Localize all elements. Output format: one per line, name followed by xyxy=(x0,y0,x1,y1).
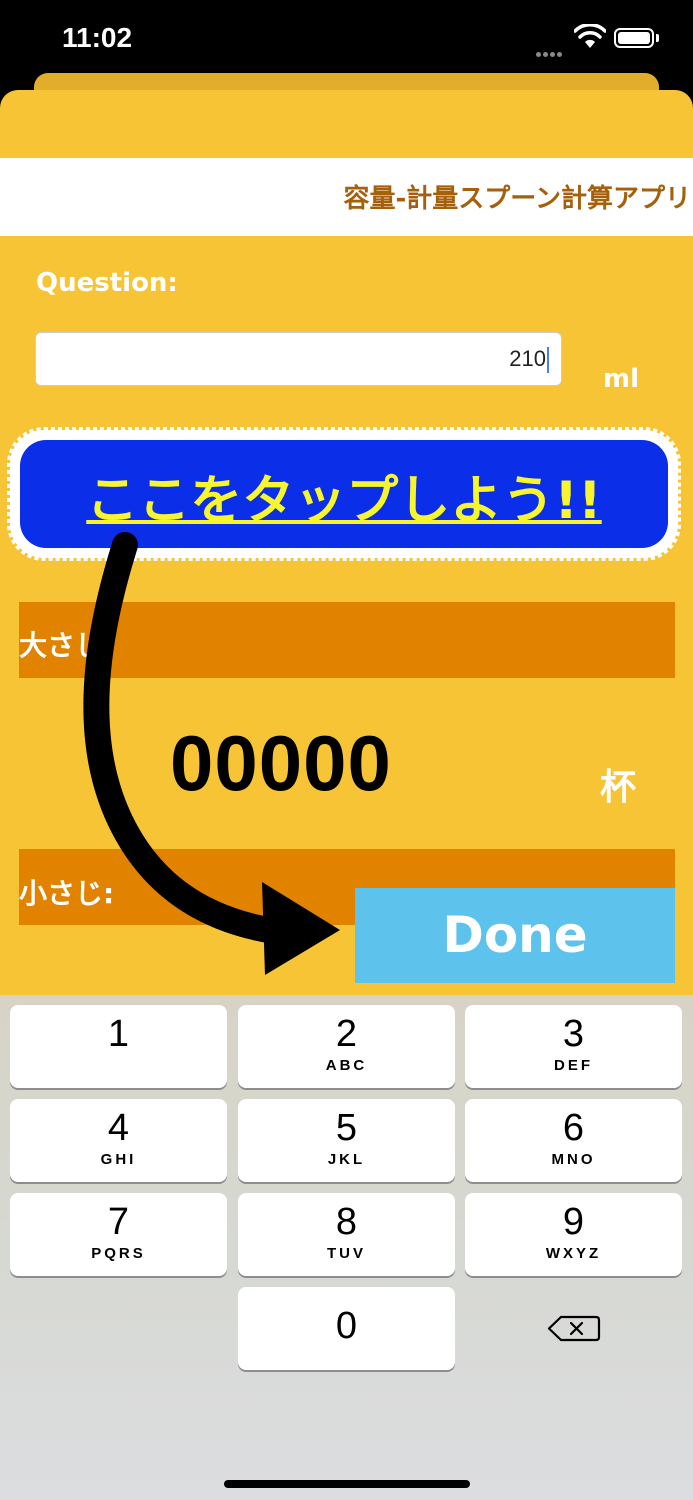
key-digit: 1 xyxy=(107,1013,130,1055)
battery-nub xyxy=(656,34,659,42)
wifi-icon xyxy=(574,24,606,48)
tap-here-text: ここをタップしよう!! xyxy=(86,471,602,531)
question-label: Question: xyxy=(36,268,178,298)
large-spoon-bar xyxy=(19,602,675,678)
key-digit: 5 xyxy=(335,1107,358,1149)
key-letters: ABC xyxy=(325,1057,368,1074)
volume-input[interactable]: 210 xyxy=(35,332,562,386)
home-indicator xyxy=(224,1480,470,1488)
title-bar: 容量-計量スプーン計算アプリ xyxy=(0,158,693,236)
signal-icon xyxy=(536,42,566,57)
delete-backspace-icon xyxy=(547,1315,601,1342)
large-spoon-label: 大さじ: xyxy=(19,629,115,662)
status-time: 11:02 xyxy=(62,22,133,53)
result-value: 00000 xyxy=(170,719,392,807)
text-caret xyxy=(547,347,549,374)
delete-key[interactable] xyxy=(465,1287,682,1370)
key-3[interactable]: 3 DEF xyxy=(465,1005,682,1088)
unit-ml-label: ml xyxy=(603,364,640,394)
key-letters: DEF xyxy=(554,1057,593,1074)
key-digit: 3 xyxy=(562,1013,585,1055)
key-digit: 6 xyxy=(562,1107,585,1149)
key-letters: JKL xyxy=(327,1151,366,1168)
result-unit: 杯 xyxy=(600,767,637,808)
key-digit: 4 xyxy=(107,1107,130,1149)
key-letters: WXYZ xyxy=(545,1245,602,1262)
app-sheet: 容量-計量スプーン計算アプリ Question: 210 ml ここをタップしよ… xyxy=(0,90,693,1000)
battery-icon xyxy=(614,28,654,48)
tap-here-banner[interactable]: ここをタップしよう!! xyxy=(6,424,682,564)
key-0[interactable]: 0 xyxy=(238,1287,455,1370)
key-5[interactable]: 5 JKL xyxy=(238,1099,455,1182)
status-bar: 11:02 xyxy=(0,0,693,80)
key-letters: TUV xyxy=(327,1245,366,1262)
key-9[interactable]: 9 WXYZ xyxy=(465,1193,682,1276)
key-1[interactable]: 1 xyxy=(10,1005,227,1088)
key-digit: 7 xyxy=(107,1201,130,1243)
numeric-keypad: 1 2 ABC 3 DEF 4 GHI 5 JKL 6 MNO 7 PQRS 8… xyxy=(0,995,693,1500)
key-letters: PQRS xyxy=(91,1245,146,1262)
small-spoon-label: 小さじ: xyxy=(19,877,115,910)
key-digit: 2 xyxy=(335,1013,358,1055)
key-4[interactable]: 4 GHI xyxy=(10,1099,227,1182)
key-letters: GHI xyxy=(100,1151,137,1168)
key-2[interactable]: 2 ABC xyxy=(238,1005,455,1088)
key-6[interactable]: 6 MNO xyxy=(465,1099,682,1182)
key-7[interactable]: 7 PQRS xyxy=(10,1193,227,1276)
volume-input-value: 210 xyxy=(509,346,546,371)
key-letters: MNO xyxy=(551,1151,596,1168)
key-8[interactable]: 8 TUV xyxy=(238,1193,455,1276)
key-digit: 8 xyxy=(335,1201,358,1243)
key-digit: 9 xyxy=(562,1201,585,1243)
done-button[interactable]: Done xyxy=(355,888,675,983)
app-title: 容量-計量スプーン計算アプリ xyxy=(343,184,692,214)
key-digit: 0 xyxy=(335,1305,358,1347)
